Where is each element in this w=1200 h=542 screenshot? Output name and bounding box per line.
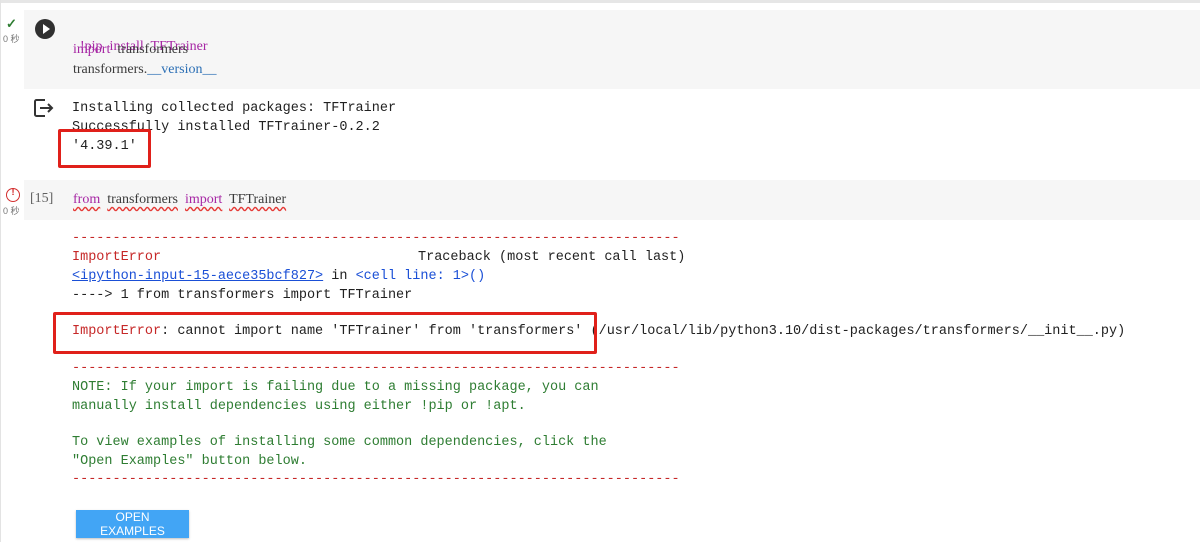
- cell-line-ref: <cell line: 1>(): [355, 269, 486, 284]
- note-line-1: NOTE: If your import is failing due to a…: [72, 380, 599, 395]
- note-line-2: manually install dependencies using eith…: [72, 399, 526, 414]
- traceback-error-type: ImportError: [72, 250, 162, 265]
- output-line-installing: Installing collected packages: TFTrainer: [72, 101, 397, 116]
- open-examples-button[interactable]: OPEN EXAMPLES: [76, 510, 189, 538]
- note-line-3: To view examples of installing some comm…: [72, 435, 607, 450]
- transformers-ref: transformers.: [73, 62, 148, 77]
- module-name: transformers: [107, 192, 178, 207]
- cell2-exec-time: 0 秒: [3, 206, 20, 216]
- note-line-4: "Open Examples" button below.: [72, 454, 307, 469]
- error-path: (/usr/local/lib/python3.10/dist-packages…: [582, 324, 1126, 339]
- import-keyword: import: [184, 192, 223, 207]
- left-border: [0, 0, 1, 542]
- cell1-code-line-2: import transformers: [73, 41, 188, 59]
- cell1-exec-time: 0 秒: [3, 34, 20, 44]
- traceback-label: Traceback (most recent call last): [418, 250, 686, 265]
- highlight-box-error: [53, 312, 597, 354]
- from-keyword: from: [73, 192, 101, 207]
- ipython-input-link[interactable]: <ipython-input-15-aece35bcf827>: [72, 269, 323, 284]
- class-name: TFTrainer: [229, 192, 287, 207]
- cell1-code-line-3: transformers.__version__: [73, 61, 216, 79]
- traceback-divider-bottom: ----------------------------------------…: [72, 472, 680, 487]
- execution-count: [15]: [30, 191, 54, 206]
- import-keyword: import: [73, 42, 111, 57]
- top-border: [0, 0, 1200, 3]
- run-cell-button[interactable]: [35, 19, 55, 39]
- traceback-location: <ipython-input-15-aece35bcf827> in <cell…: [72, 268, 485, 286]
- in-text: in: [323, 269, 356, 284]
- module-name: transformers: [110, 42, 189, 57]
- cell2-code-line: from transformers import TFTrainer: [73, 191, 286, 209]
- traceback-divider-mid: ----------------------------------------…: [72, 361, 680, 376]
- success-check-icon: ✓: [6, 16, 17, 31]
- output-icon[interactable]: [33, 97, 55, 119]
- traceback-divider-top: ----------------------------------------…: [72, 231, 680, 246]
- traceback-arrow-line: ----> 1 from transformers import TFTrain…: [72, 288, 413, 303]
- highlight-box-version: [58, 129, 151, 168]
- version-attr: __version__: [147, 62, 217, 77]
- error-status-icon: [6, 187, 20, 202]
